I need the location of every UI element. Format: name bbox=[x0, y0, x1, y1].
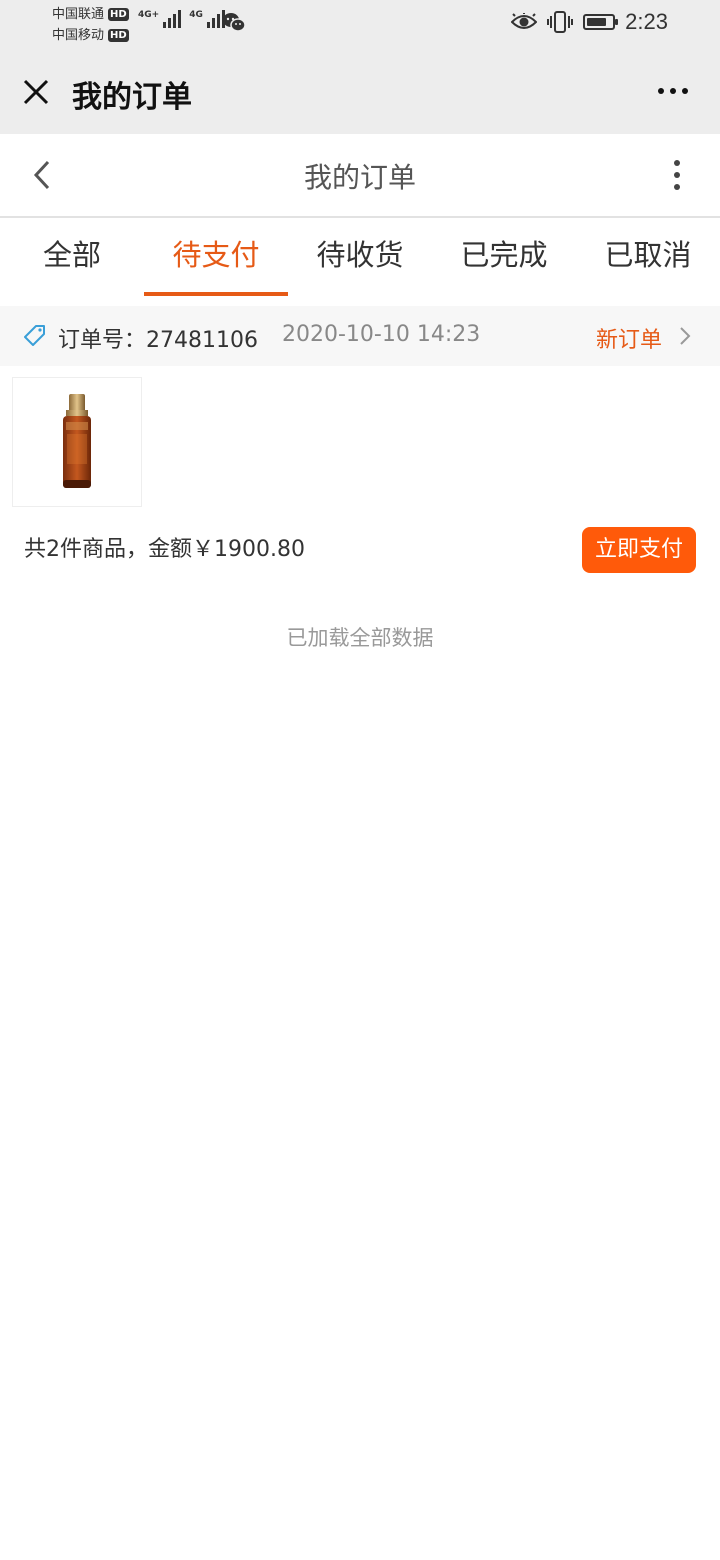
battery-icon bbox=[583, 14, 619, 30]
vibrate-icon bbox=[547, 11, 574, 33]
page-header: 我的订单 bbox=[0, 134, 720, 218]
order-date: 2020-10-10 14:23 bbox=[282, 322, 481, 347]
battery-fill bbox=[587, 18, 607, 26]
carrier-info: 中国联通 HD 中国移动 HD bbox=[52, 4, 129, 46]
serum-bottle-icon bbox=[63, 394, 91, 488]
tab-all[interactable]: 全部 bbox=[0, 218, 144, 296]
hd-badge: HD bbox=[108, 8, 129, 21]
signal-1-icon: 4G+ bbox=[138, 10, 182, 28]
all-loaded-text: 已加载全部数据 bbox=[286, 626, 434, 650]
order-status: 新订单 bbox=[595, 328, 662, 353]
order-summary: 共2件商品，金额￥1900.80 bbox=[24, 537, 305, 562]
signal-indicators: 4G+ 4G bbox=[138, 10, 225, 28]
tag-icon bbox=[24, 325, 45, 346]
product-thumbnail[interactable] bbox=[12, 377, 142, 507]
carrier-1: 中国联通 bbox=[52, 7, 105, 22]
more-icon[interactable] bbox=[658, 88, 688, 94]
network-type-2: 4G bbox=[189, 10, 203, 20]
wechat-top-bar: 我的订单 bbox=[0, 50, 720, 134]
status-right: 2:23 bbox=[511, 9, 668, 35]
order-tabs: 全部 待支付 待收货 已完成 已取消 bbox=[0, 218, 720, 296]
status-bar: 中国联通 HD 中国移动 HD 4G+ 4G 2:23 bbox=[0, 0, 720, 50]
order-header[interactable]: 订单号：27481106 2020-10-10 14:23 新订单 bbox=[0, 306, 720, 366]
wechat-title: 我的订单 bbox=[72, 80, 192, 115]
eye-icon bbox=[511, 13, 538, 29]
kebab-menu-icon[interactable] bbox=[674, 160, 680, 190]
carrier-2: 中国移动 bbox=[52, 28, 105, 43]
hd-badge: HD bbox=[108, 29, 129, 42]
tab-completed[interactable]: 已完成 bbox=[432, 218, 576, 296]
clock: 2:23 bbox=[625, 9, 668, 34]
pay-now-button[interactable]: 立即支付 bbox=[582, 527, 696, 573]
tab-cancelled[interactable]: 已取消 bbox=[576, 218, 720, 296]
order-number-row: 订单号：27481106 bbox=[58, 322, 258, 354]
page-title: 我的订单 bbox=[303, 161, 416, 194]
tab-pending-payment[interactable]: 待支付 bbox=[144, 218, 288, 296]
order-number-label: 订单号： bbox=[58, 328, 147, 353]
order-number: 27481106 bbox=[146, 328, 258, 353]
signal-2-icon: 4G bbox=[189, 10, 225, 28]
tab-pending-receipt[interactable]: 待收货 bbox=[288, 218, 432, 296]
wechat-icon bbox=[223, 13, 246, 32]
network-type-1: 4G+ bbox=[138, 10, 160, 20]
close-icon[interactable] bbox=[22, 78, 50, 106]
chevron-right-icon[interactable] bbox=[678, 326, 692, 346]
